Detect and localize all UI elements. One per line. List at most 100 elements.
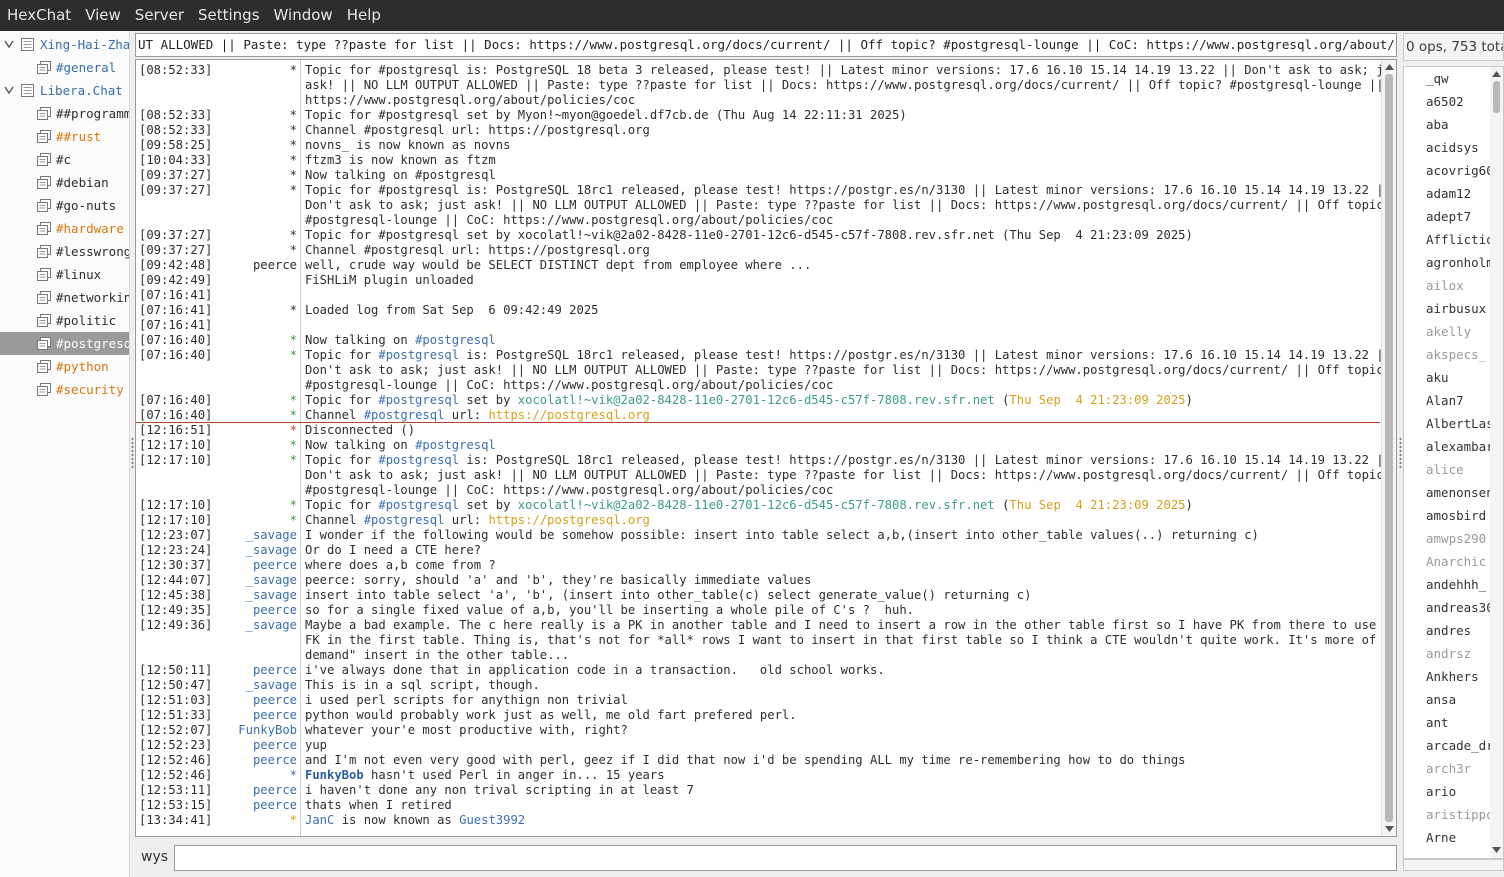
user-list-item[interactable]: ant: [1426, 715, 1449, 730]
message-highlight[interactable]: Thu Sep 4 21:23:09 2025: [1009, 393, 1185, 407]
user-list-item[interactable]: arcade_dr: [1426, 738, 1494, 753]
message-input[interactable]: [174, 845, 1397, 871]
nick[interactable]: peerce: [253, 738, 297, 753]
message-highlight[interactable]: #postgresql: [378, 498, 459, 512]
right-pane-splitter-grip[interactable]: [1399, 437, 1402, 469]
tree-channel-programmi[interactable]: ##programmi: [0, 102, 129, 125]
user-list-item[interactable]: alice: [1426, 462, 1464, 477]
nick[interactable]: FunkyBob: [238, 723, 297, 738]
nick[interactable]: *: [290, 243, 297, 258]
tree-channel-debian[interactable]: #debian: [0, 171, 129, 194]
tree-channel-hardware[interactable]: #hardware: [0, 217, 129, 240]
user-list-item[interactable]: akspecs_: [1426, 347, 1486, 362]
nick-button[interactable]: wys: [141, 849, 168, 865]
message-highlight[interactable]: #postgresql: [378, 453, 459, 467]
user-list-item[interactable]: alexambar: [1426, 439, 1494, 454]
tree-channel-postgresql[interactable]: #postgresql: [0, 332, 129, 355]
nick[interactable]: peerce: [253, 258, 297, 273]
nick[interactable]: *: [290, 123, 297, 138]
tree-channel-python[interactable]: #python: [0, 355, 129, 378]
chat-area[interactable]: [08:52:33] * Topic for #postgresql is: Pos…: [135, 59, 1397, 837]
user-list-scrollbar[interactable]: [1490, 67, 1503, 858]
message-highlight[interactable]: #postgresql: [364, 408, 445, 422]
tree-channel-rust[interactable]: ##rust: [0, 125, 129, 148]
user-list-item[interactable]: ario: [1426, 784, 1456, 799]
message-highlight[interactable]: FunkyBob: [305, 768, 364, 782]
nick[interactable]: _savage: [246, 618, 297, 633]
user-list-item[interactable]: Anarchic: [1426, 554, 1486, 569]
user-list-item[interactable]: Afflictio: [1426, 232, 1494, 247]
nick[interactable]: peerce: [253, 753, 297, 768]
user-list-item[interactable]: adept7: [1426, 209, 1471, 224]
nick[interactable]: *: [290, 348, 297, 363]
nick[interactable]: *: [290, 333, 297, 348]
message-highlight[interactable]: #postgresql: [378, 393, 459, 407]
chat-scroll-thumb[interactable]: [1385, 74, 1393, 822]
nick[interactable]: *: [290, 138, 297, 153]
nick[interactable]: *: [290, 453, 297, 468]
user-list-item[interactable]: ansa: [1426, 692, 1456, 707]
user-list-item[interactable]: amosbird: [1426, 508, 1486, 523]
nick[interactable]: *: [290, 183, 297, 198]
user-list-item[interactable]: arch3r: [1426, 761, 1471, 776]
nick[interactable]: *: [290, 303, 297, 318]
user-list-item[interactable]: andrsz: [1426, 646, 1471, 661]
tree-server-xing-hai-zhar[interactable]: Xing-Hai-Zhar: [0, 33, 129, 56]
tree-server-libera.chat[interactable]: Libera.Chat: [0, 79, 129, 102]
user-list-item[interactable]: amenonsen: [1426, 485, 1494, 500]
user-list-item[interactable]: akelly: [1426, 324, 1471, 339]
user-list-item[interactable]: ailox: [1426, 278, 1464, 293]
user-list-item[interactable]: Ankhers: [1426, 669, 1479, 684]
message-highlight[interactable]: #postgresql: [364, 513, 445, 527]
message-highlight[interactable]: https://postgresql.org: [488, 513, 649, 527]
nick[interactable]: *: [290, 498, 297, 513]
message-highlight[interactable]: #postgresql: [415, 438, 496, 452]
menu-window[interactable]: Window: [267, 0, 340, 31]
tree-channel-go-nuts[interactable]: #go-nuts: [0, 194, 129, 217]
message-highlight[interactable]: Guest3992: [459, 813, 525, 827]
expander-icon[interactable]: [3, 84, 15, 96]
nick[interactable]: *: [290, 408, 297, 423]
message-highlight[interactable]: xocolatl!~vik@2a02-8428-11e0-2701-12c6-d…: [518, 498, 995, 512]
menu-server[interactable]: Server: [128, 0, 191, 31]
message-highlight[interactable]: Thu Sep 4 21:23:09 2025: [1009, 498, 1185, 512]
user-list-item[interactable]: a6502: [1426, 94, 1464, 109]
message-highlight[interactable]: #postgresql: [378, 348, 459, 362]
userlist-scroll-down-icon[interactable]: [1491, 845, 1502, 855]
nick[interactable]: *: [290, 813, 297, 828]
user-list-item[interactable]: agronholm: [1426, 255, 1494, 270]
nick[interactable]: _savage: [246, 588, 297, 603]
nick[interactable]: *: [290, 168, 297, 183]
user-list-item[interactable]: aku: [1426, 370, 1449, 385]
user-list-item[interactable]: acidsys: [1426, 140, 1479, 155]
user-list[interactable]: _qw a6502 aba acidsys acovrig60 adam12 adept7 A…: [1403, 66, 1504, 859]
user-list-item[interactable]: amwps290: [1426, 531, 1486, 546]
nick[interactable]: _savage: [246, 678, 297, 693]
user-list-scroll-thumb[interactable]: [1493, 81, 1500, 113]
nick[interactable]: _savage: [246, 543, 297, 558]
user-list-hscrollbar[interactable]: [1403, 859, 1504, 871]
user-list-item[interactable]: Alan7: [1426, 393, 1464, 408]
nick[interactable]: *: [290, 153, 297, 168]
tree-channel-networking[interactable]: #networking: [0, 286, 129, 309]
user-list-item[interactable]: andres: [1426, 623, 1471, 638]
user-list-item[interactable]: andehhh_: [1426, 577, 1486, 592]
nick[interactable]: *: [290, 423, 297, 438]
nick[interactable]: *: [290, 108, 297, 123]
tree-channel-general[interactable]: #general: [0, 56, 129, 79]
tree-channel-linux[interactable]: #linux: [0, 263, 129, 286]
nick[interactable]: peerce: [253, 708, 297, 723]
nick[interactable]: _savage: [246, 528, 297, 543]
nick[interactable]: *: [290, 228, 297, 243]
scroll-down-icon[interactable]: [1384, 824, 1395, 834]
message-highlight[interactable]: https://postgresql.org: [488, 408, 649, 422]
nick[interactable]: peerce: [253, 558, 297, 573]
scroll-up-icon[interactable]: [1384, 62, 1395, 72]
tree-channel-c[interactable]: #c: [0, 148, 129, 171]
user-list-item[interactable]: acovrig60: [1426, 163, 1494, 178]
user-list-item[interactable]: _qw: [1426, 71, 1449, 86]
expander-icon[interactable]: [3, 38, 15, 50]
user-list-item[interactable]: AlbertLas: [1426, 416, 1494, 431]
nick[interactable]: *: [290, 393, 297, 408]
chat-scrollbar[interactable]: [1381, 60, 1396, 836]
